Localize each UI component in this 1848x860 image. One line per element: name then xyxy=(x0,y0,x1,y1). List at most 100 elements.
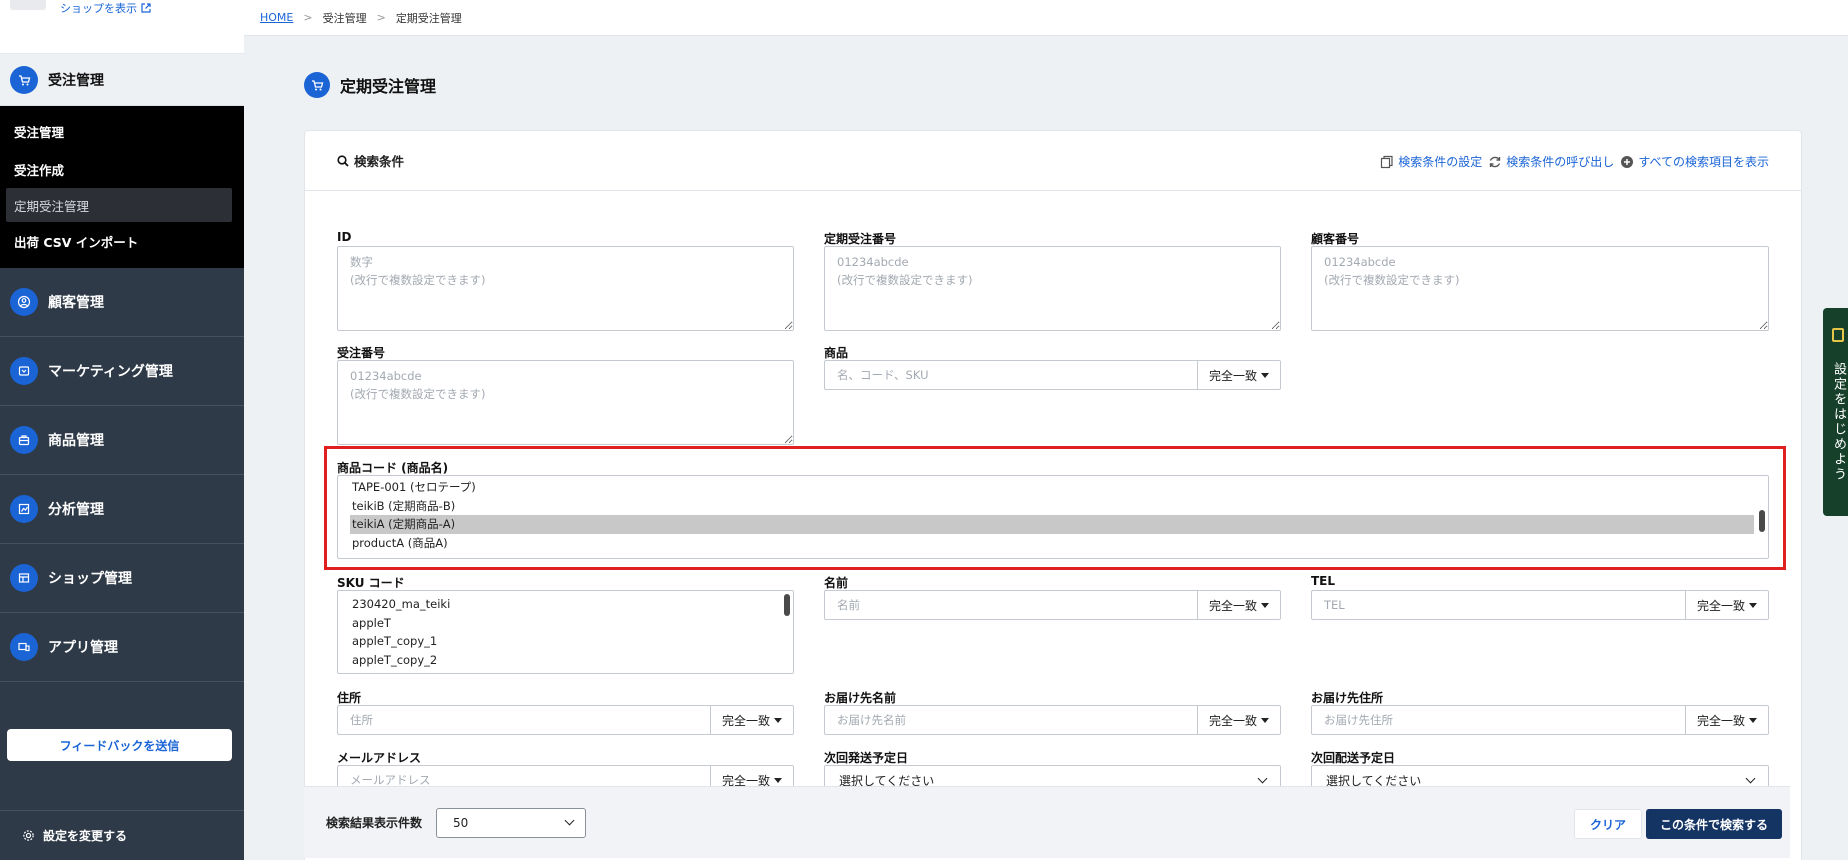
customer-no-field-group: 顧客番号 xyxy=(1311,230,1769,335)
ship-address-field-group: お届け先住所 完全一致 xyxy=(1311,689,1769,735)
sidebar-item-analytics[interactable]: 分析管理 xyxy=(0,475,244,544)
address-match-dropdown[interactable]: 完全一致 xyxy=(710,705,794,735)
bag-icon xyxy=(10,426,38,454)
refresh-icon xyxy=(1490,156,1501,167)
megaphone-icon xyxy=(10,357,38,385)
search-card-header: 検索条件 検索条件の設定 検索条件の呼び出し すべての検索項目を表示 xyxy=(305,131,1801,191)
ship-name-field-group: お届け先名前 完全一致 xyxy=(824,689,1281,735)
tel-input[interactable] xyxy=(1311,590,1685,620)
chevron-down-icon xyxy=(1257,773,1268,783)
match-label: 完全一致 xyxy=(1696,598,1745,613)
caret-down-icon xyxy=(1749,602,1757,608)
sidebar-section-orders[interactable]: 受注管理 xyxy=(0,54,244,106)
customer-no-input[interactable] xyxy=(1311,246,1769,331)
highlight-box xyxy=(324,446,1786,570)
sidebar-sub-orders[interactable]: 受注管理 xyxy=(0,112,244,150)
ship-address-input[interactable] xyxy=(1311,705,1685,735)
sidebar-item-label: 顧客管理 xyxy=(48,295,104,311)
sidebar: ショップを表示 受注管理 受注管理 受注作成 定期受注管理 出荷 CSV インポ… xyxy=(0,0,244,860)
chevron-down-icon xyxy=(564,815,575,826)
breadcrumb-separator: > xyxy=(376,11,386,24)
ship-address-match-dropdown[interactable]: 完全一致 xyxy=(1685,705,1769,735)
sidebar-sub-create-order[interactable]: 受注作成 xyxy=(0,150,244,188)
breadcrumb-home[interactable]: HOME xyxy=(260,11,293,24)
breadcrumb-current: 定期受注管理 xyxy=(395,11,462,25)
tel-match-dropdown[interactable]: 完全一致 xyxy=(1685,590,1769,620)
onboarding-tab-label: 設定をはじめよう xyxy=(1831,362,1846,482)
caret-down-icon xyxy=(1261,372,1269,378)
plus-circle-icon xyxy=(1621,155,1634,168)
list-item[interactable]: appleT_copy_1 xyxy=(352,632,779,651)
next-ship-label: 次回発送予定日 xyxy=(824,751,909,765)
sidebar-item-products[interactable]: 商品管理 xyxy=(0,406,244,475)
order-no-field-group: 受注番号 xyxy=(337,344,794,449)
sidebar-item-label: 分析管理 xyxy=(48,502,104,518)
sku-listbox[interactable]: 230420_ma_teiki appleT appleT_copy_1 app… xyxy=(337,590,794,674)
name-match-dropdown[interactable]: 完全一致 xyxy=(1197,590,1281,620)
ship-address-label: お届け先住所 xyxy=(1311,691,1384,705)
copy-icon xyxy=(1381,155,1393,168)
result-count-select[interactable]: 50 xyxy=(436,807,587,838)
settings-label: 設定を変更する xyxy=(43,829,128,843)
sidebar-sub-shipping-csv[interactable]: 出荷 CSV インポート xyxy=(0,222,244,260)
product-match-dropdown[interactable]: 完全一致 xyxy=(1197,360,1281,390)
search-submit-button[interactable]: この条件で検索する xyxy=(1646,809,1782,839)
ship-name-input[interactable] xyxy=(824,705,1197,735)
sidebar-item-label: 商品管理 xyxy=(48,433,104,449)
search-recall-link[interactable]: 検索条件の呼び出し xyxy=(1488,153,1614,170)
search-settings-link[interactable]: 検索条件の設定 xyxy=(1380,153,1482,170)
subscription-icon xyxy=(304,72,330,98)
sidebar-item-label: マーケティング管理 xyxy=(48,364,173,380)
show-all-fields-link[interactable]: すべての検索項目を表示 xyxy=(1620,153,1769,170)
scrollbar-thumb[interactable] xyxy=(784,594,790,616)
breadcrumb-orders[interactable]: 受注管理 xyxy=(323,10,367,26)
settings-link[interactable]: 設定を変更する xyxy=(0,810,244,860)
subscription-no-field-group: 定期受注番号 xyxy=(824,230,1281,335)
feedback-button[interactable]: フィードバックを送信 xyxy=(7,729,232,761)
id-field-group: ID xyxy=(337,230,794,335)
apps-icon xyxy=(10,633,38,661)
result-count-label: 検索結果表示件数 xyxy=(326,816,423,830)
name-field-group: 名前 完全一致 xyxy=(824,574,1281,620)
shop-logo xyxy=(10,0,46,10)
shop-view-link[interactable]: ショップを表示 xyxy=(60,0,151,16)
product-input[interactable] xyxy=(824,360,1197,390)
list-item[interactable]: appleT_copy_2 xyxy=(352,651,779,670)
clear-button[interactable]: クリア xyxy=(1574,809,1642,839)
id-input[interactable] xyxy=(337,246,794,331)
search-action-bar: 検索結果表示件数 50 クリア この条件で検索する xyxy=(304,786,1790,858)
sidebar-item-customers[interactable]: 顧客管理 xyxy=(0,268,244,337)
show-all-fields-label: すべての検索項目を表示 xyxy=(1638,155,1769,169)
chart-icon xyxy=(10,495,38,523)
onboarding-tab[interactable]: 設定をはじめよう xyxy=(1823,308,1848,516)
sidebar-item-marketing[interactable]: マーケティング管理 xyxy=(0,337,244,406)
next-delivery-label: 次回配送予定日 xyxy=(1311,751,1396,765)
subscription-no-input[interactable] xyxy=(824,246,1281,331)
search-title: 検索条件 xyxy=(337,151,404,170)
sku-field-group: SKU コード 230420_ma_teiki appleT appleT_co… xyxy=(337,574,794,674)
tel-label: TEL xyxy=(1311,574,1336,588)
sidebar-item-shop[interactable]: ショップ管理 xyxy=(0,544,244,613)
sidebar-sub-subscriptions[interactable]: 定期受注管理 xyxy=(6,188,232,222)
product-label: 商品 xyxy=(824,346,849,360)
match-label: 完全一致 xyxy=(1208,598,1257,613)
external-link-icon xyxy=(141,3,151,13)
sidebar-submenu: 受注管理 受注作成 定期受注管理 出荷 CSV インポート xyxy=(0,106,244,268)
order-no-input[interactable] xyxy=(337,360,794,445)
customer-no-label: 顧客番号 xyxy=(1311,232,1360,246)
address-label: 住所 xyxy=(337,691,362,705)
list-item[interactable]: appleT xyxy=(352,614,779,633)
caret-down-icon xyxy=(1261,602,1269,608)
sidebar-item-apps[interactable]: アプリ管理 xyxy=(0,613,244,682)
search-icon xyxy=(337,154,349,167)
match-label: 完全一致 xyxy=(1208,368,1257,383)
order-no-label: 受注番号 xyxy=(337,346,386,360)
name-label: 名前 xyxy=(824,576,849,590)
flag-icon xyxy=(1832,328,1844,342)
ship-name-match-dropdown[interactable]: 完全一致 xyxy=(1197,705,1281,735)
address-input[interactable] xyxy=(337,705,710,735)
subscription-no-label: 定期受注番号 xyxy=(824,232,897,246)
sidebar-item-label: アプリ管理 xyxy=(48,640,118,656)
name-input[interactable] xyxy=(824,590,1197,620)
list-item[interactable]: 230420_ma_teiki xyxy=(352,595,779,614)
